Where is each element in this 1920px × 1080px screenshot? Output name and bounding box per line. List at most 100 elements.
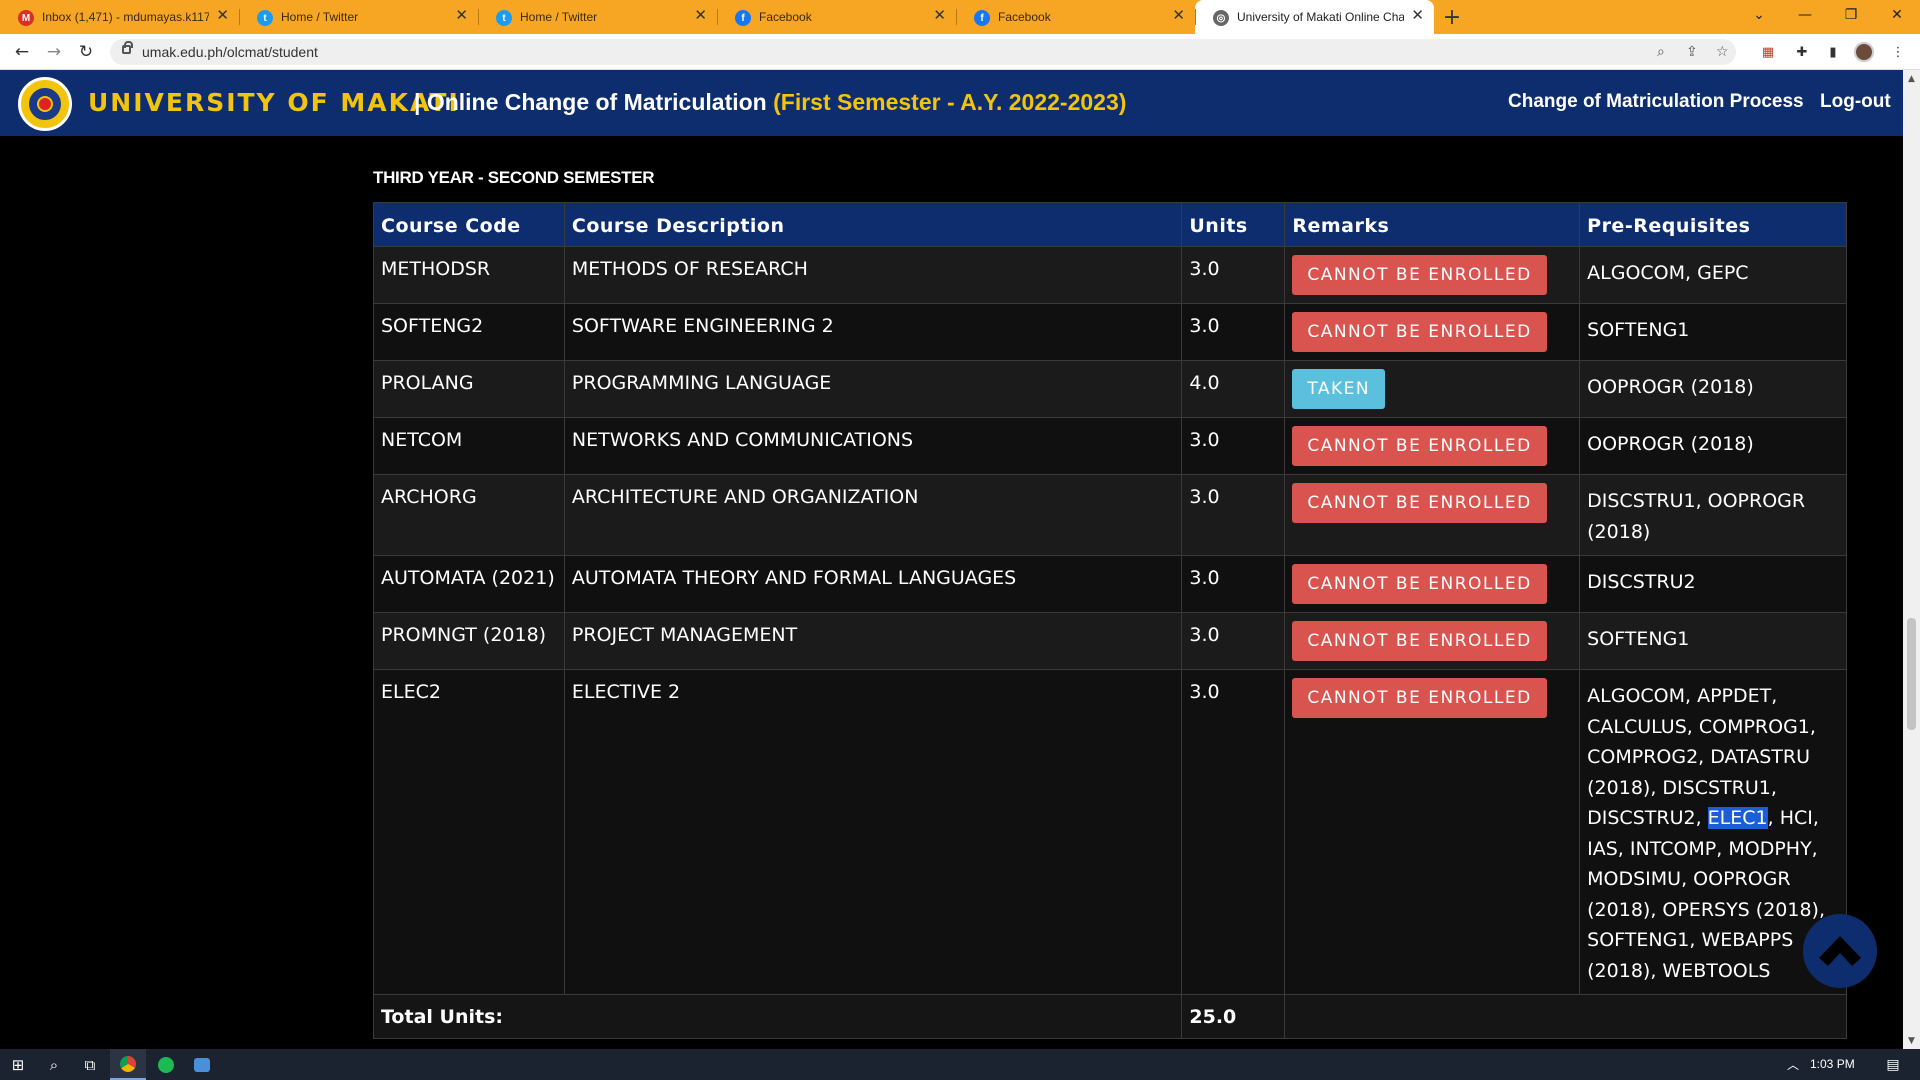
tab-title: Facebook: [998, 10, 1051, 24]
share-icon[interactable]: ⇪: [1686, 44, 1698, 60]
tab-close-icon[interactable]: ✕: [694, 8, 707, 24]
pre-requisites-cell: ALGOCOM, GEPC: [1579, 246, 1847, 304]
course-code-cell: AUTOMATA (2021): [373, 555, 565, 613]
address-bar[interactable]: umak.edu.ph/olcmat/student ⌕ ⇪ ☆: [110, 39, 1736, 65]
url-text: umak.edu.ph/olcmat/student: [142, 44, 318, 60]
cannot-be-enrolled-button[interactable]: CANNOT BE ENROLLED: [1292, 255, 1547, 295]
extensions-puzzle-icon[interactable]: ✚: [1792, 42, 1812, 62]
course-code-cell: METHODSR: [373, 246, 565, 304]
units-cell: 3.0: [1181, 669, 1286, 995]
remarks-cell: CANNOT BE ENROLLED: [1284, 555, 1581, 613]
tab-title: Facebook: [759, 10, 812, 24]
search-icon[interactable]: ⌕: [36, 1049, 72, 1080]
zoom-icon[interactable]: ⌕: [1657, 44, 1665, 60]
nav-logout[interactable]: Log-out: [1820, 91, 1891, 113]
reload-icon[interactable]: ↻: [74, 40, 98, 64]
browser-tab[interactable]: t Home / Twitter ✕: [239, 0, 478, 34]
bookmark-star-icon[interactable]: ☆: [1716, 44, 1729, 60]
selected-text-highlight[interactable]: ELEC1: [1707, 807, 1768, 829]
course-code-cell: SOFTENG2: [373, 303, 565, 361]
browser-tab[interactable]: f Facebook ✕: [717, 0, 956, 34]
pre-requisites-cell: OOPROGR (2018): [1579, 417, 1847, 475]
tab-title: University of Makati Online Chan: [1237, 10, 1404, 24]
remarks-cell: CANNOT BE ENROLLED: [1284, 612, 1581, 670]
prereq-text: , HCI, IAS, INTCOMP, MODPHY, MODSIMU, OO…: [1587, 807, 1826, 982]
table-row: PROLANG PROGRAMMING LANGUAGE 4.0 TAKEN OOPRO…: [373, 360, 1847, 418]
course-description-cell: NETWORKS AND COMMUNICATIONS: [563, 417, 1183, 475]
cannot-be-enrolled-button[interactable]: CANNOT BE ENROLLED: [1292, 426, 1547, 466]
course-description-cell: ELECTIVE 2: [563, 669, 1183, 995]
app-title-semester: (First Semester - A.Y. 2022-2023): [773, 89, 1127, 115]
profile-avatar[interactable]: [1854, 42, 1874, 62]
course-description-cell: AUTOMATA THEORY AND FORMAL LANGUAGES: [563, 555, 1183, 613]
cannot-be-enrolled-button[interactable]: CANNOT BE ENROLLED: [1292, 483, 1547, 523]
windows-start-icon[interactable]: ⊞: [0, 1049, 36, 1080]
windows-taskbar: ⊞ ⌕ ⧉ ︿ 1:03 PM ▤: [0, 1049, 1920, 1080]
calendar-extension-icon[interactable]: ▦: [1758, 42, 1778, 62]
lock-icon: [122, 41, 133, 54]
cannot-be-enrolled-button[interactable]: CANNOT BE ENROLLED: [1292, 312, 1547, 352]
cannot-be-enrolled-button[interactable]: CANNOT BE ENROLLED: [1292, 678, 1547, 718]
browser-tab[interactable]: t Home / Twitter ✕: [478, 0, 717, 34]
total-row-empty: [1284, 994, 1847, 1039]
table-row: AUTOMATA (2021) AUTOMATA THEORY AND FORMA…: [373, 555, 1847, 613]
course-code-cell: PROMNGT (2018): [373, 612, 565, 670]
chrome-taskbar-icon[interactable]: [110, 1049, 146, 1080]
total-row: Total Units: 25.0: [372, 994, 1847, 1039]
courses-table: Course Code Course Description Units Rem…: [372, 202, 1847, 1039]
taken-badge-button[interactable]: TAKEN: [1292, 369, 1386, 409]
tab-list: M Inbox (1,471) - mdumayas.k1172 ✕ t Home / …: [0, 0, 1434, 34]
new-tab-button[interactable]: +: [1434, 0, 1470, 34]
page-scrollbar[interactable]: ▲ ▼: [1903, 70, 1920, 1049]
units-cell: 3.0: [1181, 612, 1286, 670]
pre-requisites-cell: SOFTENG1: [1579, 303, 1847, 361]
scroll-thumb[interactable]: [1907, 618, 1916, 730]
column-header-units: Units: [1181, 202, 1286, 247]
tab-close-icon[interactable]: ✕: [1411, 8, 1424, 24]
back-to-top-button[interactable]: [1803, 914, 1877, 988]
scroll-up-arrow-icon[interactable]: ▲: [1903, 70, 1920, 87]
tab-title: Inbox (1,471) - mdumayas.k1172: [42, 10, 209, 24]
close-window-button[interactable]: ✕: [1874, 0, 1920, 30]
tab-close-icon[interactable]: ✕: [933, 8, 946, 24]
tab-close-icon[interactable]: ✕: [455, 8, 468, 24]
back-arrow-icon[interactable]: ←: [10, 40, 34, 64]
side-panel-icon[interactable]: ▮: [1823, 42, 1843, 62]
cannot-be-enrolled-button[interactable]: CANNOT BE ENROLLED: [1292, 621, 1547, 661]
app-title-main: | Online Change of Matriculation: [414, 89, 774, 115]
column-header-pre-requisites: Pre-Requisites: [1579, 202, 1847, 247]
app-taskbar-icon[interactable]: [184, 1049, 220, 1080]
tab-search-chevron-icon[interactable]: ⌄: [1736, 0, 1782, 30]
units-cell: 3.0: [1181, 417, 1286, 475]
globe-icon: ◎: [1213, 10, 1229, 26]
browser-tab[interactable]: f Facebook ✕: [956, 0, 1195, 34]
tab-close-icon[interactable]: ✕: [1172, 8, 1185, 24]
forward-arrow-icon[interactable]: →: [42, 40, 66, 64]
pre-requisites-cell: DISCSTRU1, OOPROGR (2018): [1579, 474, 1847, 556]
browser-tab[interactable]: M Inbox (1,471) - mdumayas.k1172 ✕: [0, 0, 239, 34]
university-name[interactable]: UNIVERSITY OF MAKATI: [88, 88, 460, 117]
task-view-icon[interactable]: ⧉: [72, 1049, 108, 1080]
total-units-value: 25.0: [1181, 994, 1286, 1039]
spotify-taskbar-icon[interactable]: [148, 1049, 184, 1080]
tab-close-icon[interactable]: ✕: [216, 8, 229, 24]
minimize-button[interactable]: —: [1782, 0, 1828, 30]
taskbar-clock[interactable]: 1:03 PM: [1810, 1057, 1855, 1071]
units-cell: 3.0: [1181, 246, 1286, 304]
units-cell: 3.0: [1181, 474, 1286, 556]
university-seal-logo[interactable]: [18, 77, 72, 131]
menu-kebab-icon[interactable]: ⋮: [1888, 42, 1908, 62]
table-row: SOFTENG2 SOFTWARE ENGINEERING 2 3.0 CANNOT …: [373, 303, 1847, 361]
nav-change-of-matriculation-process[interactable]: Change of Matriculation Process: [1508, 91, 1804, 113]
table-row: ELEC2 ELECTIVE 2 3.0 CANNOT BE ENROLLED ALGO…: [373, 669, 1847, 995]
restore-button[interactable]: ❐: [1828, 0, 1874, 30]
browser-tab-strip: M Inbox (1,471) - mdumayas.k1172 ✕ t Home / …: [0, 0, 1920, 34]
cannot-be-enrolled-button[interactable]: CANNOT BE ENROLLED: [1292, 564, 1547, 604]
notifications-icon[interactable]: ▤: [1875, 1049, 1911, 1080]
remarks-cell: CANNOT BE ENROLLED: [1284, 669, 1581, 995]
tray-overflow-chevron-icon[interactable]: ︿: [1775, 1049, 1811, 1080]
remarks-cell: CANNOT BE ENROLLED: [1284, 417, 1581, 475]
scroll-down-arrow-icon[interactable]: ▼: [1903, 1032, 1920, 1049]
course-description-cell: PROJECT MANAGEMENT: [563, 612, 1183, 670]
browser-tab[interactable]: ◎ University of Makati Online Chan ✕: [1195, 0, 1434, 34]
